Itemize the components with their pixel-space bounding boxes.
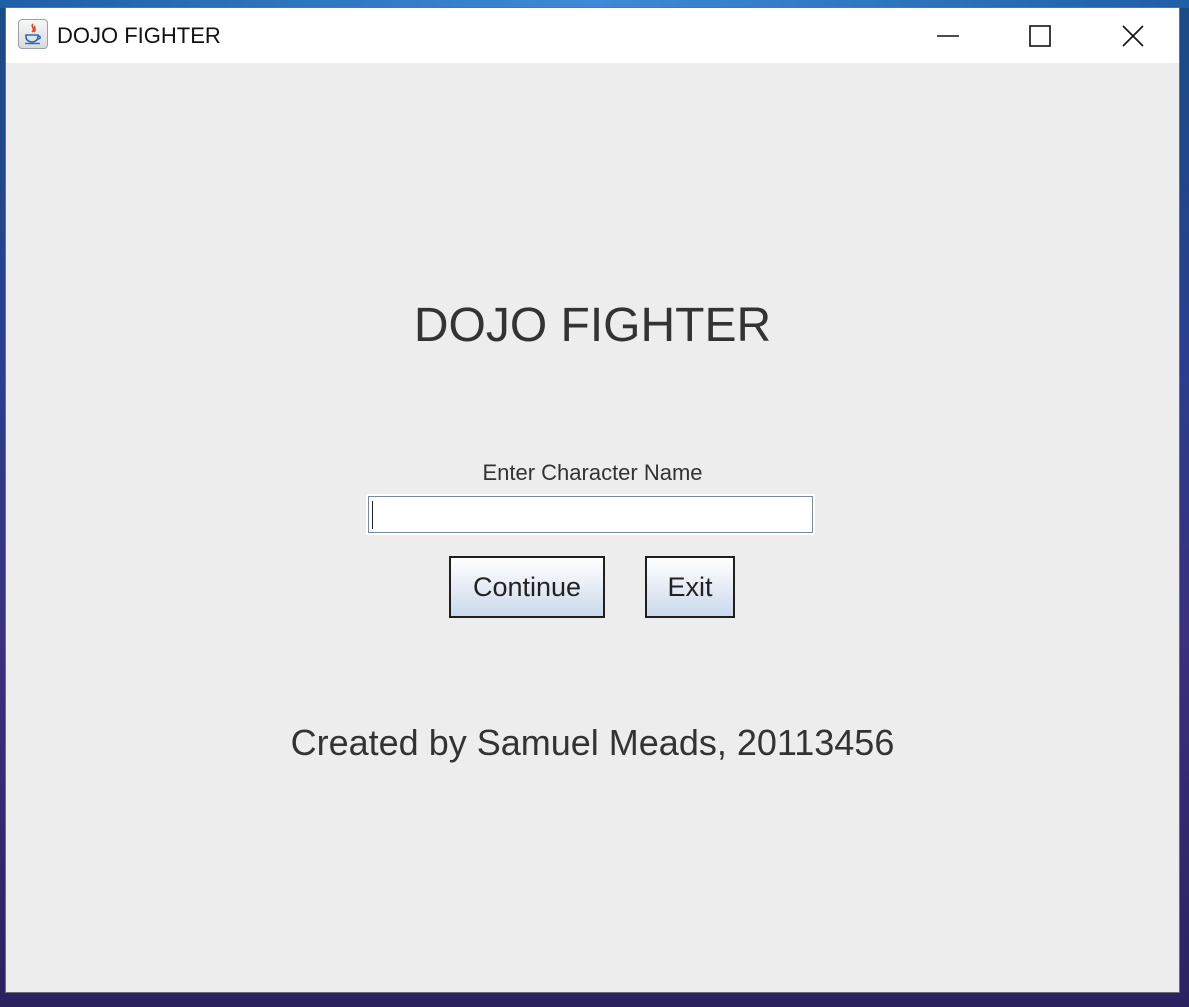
close-button[interactable] <box>1087 8 1179 63</box>
character-name-label: Enter Character Name <box>482 460 703 485</box>
close-icon <box>1122 24 1144 47</box>
character-name-input[interactable] <box>366 494 815 535</box>
minimize-button[interactable] <box>902 8 994 63</box>
text-caret <box>372 501 373 529</box>
java-app-icon[interactable] <box>18 19 48 49</box>
credit-text: Created by Samuel Meads, 20113456 <box>290 722 895 763</box>
main-panel: DOJO FIGHTER Enter Character Name Contin… <box>6 63 1179 992</box>
exit-button[interactable]: Exit <box>645 556 735 618</box>
minimize-icon <box>937 34 959 37</box>
maximize-icon <box>1029 24 1051 47</box>
desktop: { "window": { "title": "DOJO FIGHTER", "… <box>0 0 1189 1007</box>
app-window: DOJO FIGHTER DOJO FIGHTER Enter Characte… <box>5 7 1180 993</box>
window-title: DOJO FIGHTER <box>57 23 221 48</box>
continue-button[interactable]: Continue <box>449 556 605 618</box>
title-bar[interactable]: DOJO FIGHTER <box>6 8 1179 63</box>
maximize-button[interactable] <box>994 8 1086 63</box>
game-title: DOJO FIGHTER <box>413 299 772 352</box>
